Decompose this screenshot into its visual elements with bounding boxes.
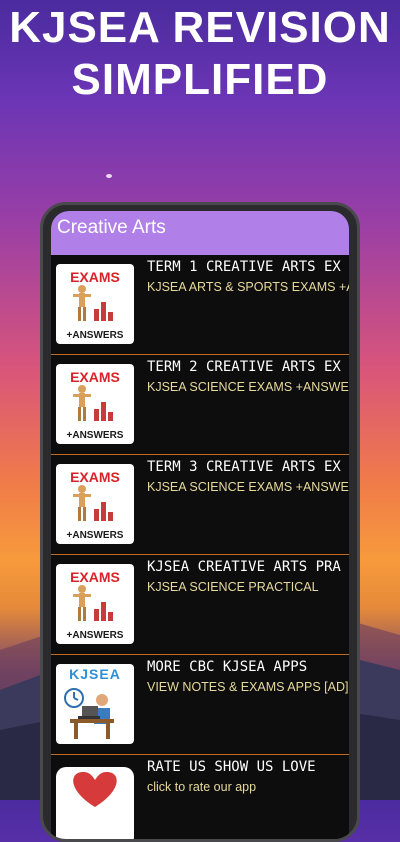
list-item-term-1[interactable]: EXAMS +ANSWERS TERM 1 CREATIVE ARTS EX K… bbox=[51, 255, 349, 355]
item-subtitle: KJSEA SCIENCE EXAMS +ANSWER bbox=[147, 480, 349, 494]
thumb-label-exams: EXAMS bbox=[70, 269, 120, 285]
phone-screen: Creative Arts EXAMS +ANSWERS TERM 1 CREA… bbox=[51, 211, 349, 839]
item-subtitle: VIEW NOTES & EXAMS APPS [AD] bbox=[147, 680, 349, 694]
app-bar: Creative Arts bbox=[51, 211, 349, 255]
list-item-term-3[interactable]: EXAMS +ANSWERS TERM 3 CREATIVE ARTS EX K… bbox=[51, 455, 349, 555]
item-subtitle: KJSEA ARTS & SPORTS EXAMS +AN bbox=[147, 280, 349, 294]
item-subtitle: KJSEA SCIENCE PRACTICAL bbox=[147, 580, 319, 594]
list-item-rate-us[interactable]: RATE US SHOW US LOVE click to rate our a… bbox=[51, 755, 349, 839]
thumb-label-answers: +ANSWERS bbox=[66, 330, 124, 341]
item-title: MORE CBC KJSEA APPS bbox=[147, 659, 308, 675]
item-title: KJSEA CREATIVE ARTS PRA bbox=[147, 559, 341, 575]
item-subtitle: KJSEA SCIENCE EXAMS +ANSWER bbox=[147, 380, 349, 394]
app-title: Creative Arts bbox=[57, 217, 166, 238]
exams-answers-icon: EXAMS +ANSWERS bbox=[56, 264, 134, 344]
item-title: TERM 3 CREATIVE ARTS EX bbox=[147, 459, 341, 475]
list-item-more-apps[interactable]: KJSEA MORE CBC KJSEA APPS VIEW NOTES & E… bbox=[51, 655, 349, 755]
list-item-term-2[interactable]: EXAMS +ANSWERS TERM 2 CREATIVE ARTS EX K… bbox=[51, 355, 349, 455]
exams-answers-icon: EXAMS +ANSWERS bbox=[56, 364, 134, 444]
item-title: TERM 1 CREATIVE ARTS EX bbox=[147, 259, 341, 275]
thumb-label-answers: +ANSWERS bbox=[66, 430, 124, 441]
student-desk-icon bbox=[64, 688, 114, 739]
phone-mockup: Creative Arts EXAMS +ANSWERS TERM 1 CREA… bbox=[40, 202, 360, 842]
thumb-label-exams: EXAMS bbox=[70, 469, 120, 485]
item-title: TERM 2 CREATIVE ARTS EX bbox=[147, 359, 341, 375]
sky-dot bbox=[106, 174, 112, 178]
thumb-label-answers: +ANSWERS bbox=[66, 530, 124, 541]
headline-line-1: KJSEA REVISION bbox=[9, 3, 391, 52]
heart-shape bbox=[73, 771, 117, 807]
exams-answers-icon: EXAMS +ANSWERS bbox=[56, 564, 134, 644]
thumb-label-answers: +ANSWERS bbox=[66, 630, 124, 641]
item-subtitle: click to rate our app bbox=[147, 780, 257, 794]
heart-icon bbox=[56, 767, 134, 839]
promo-headline: KJSEA REVISION SIMPLIFIED bbox=[0, 2, 400, 106]
thumb-label-kjsea: KJSEA bbox=[69, 666, 121, 682]
item-title: RATE US SHOW US LOVE bbox=[147, 759, 316, 775]
thumb-label-exams: EXAMS bbox=[70, 569, 120, 585]
headline-line-2: SIMPLIFIED bbox=[71, 55, 329, 104]
thumb-label-exams: EXAMS bbox=[70, 369, 120, 385]
student-chart-icon bbox=[73, 385, 113, 421]
list-item-practical[interactable]: EXAMS +ANSWERS KJSEA CREATIVE ARTS PRA K… bbox=[51, 555, 349, 655]
student-chart-icon bbox=[73, 585, 113, 621]
exams-answers-icon: EXAMS +ANSWERS bbox=[56, 464, 134, 544]
kjsea-student-icon: KJSEA bbox=[56, 664, 134, 744]
student-chart-icon bbox=[73, 485, 113, 521]
student-chart-icon bbox=[73, 285, 113, 321]
